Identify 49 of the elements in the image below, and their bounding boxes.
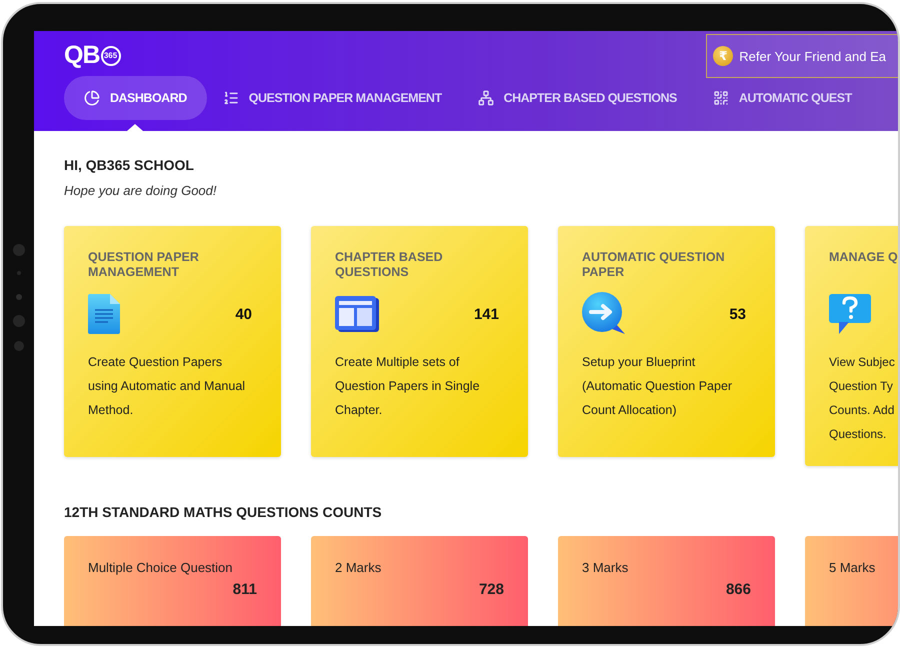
card-description: Setup your Blueprint (Automatic Question Paper Count Allocation) <box>582 354 734 419</box>
rupee-coin-icon: ₹ <box>713 46 734 66</box>
feature-card[interactable]: MANAGE Q View Subjec Question Ty Counts. Add Questions. <box>805 226 898 466</box>
card-description: Create Question Papers using Automatic and Manual Method. <box>88 354 246 419</box>
nav-tab-label: DASHBOARD <box>110 91 187 105</box>
card-title: MANAGE Q <box>829 250 898 266</box>
speech-bubble-arrow-icon <box>582 292 628 336</box>
count-value: 811 <box>232 581 257 598</box>
feature-card[interactable]: CHAPTER BASED QUESTIONS 141 Create Multiple sets of Question Papers in Single Chapter. <box>311 226 528 457</box>
logo-badge: 365 <box>100 46 120 66</box>
card-description-line: View Subjec <box>829 354 896 371</box>
nav-tab-label: AUTOMATIC QUEST <box>738 91 852 105</box>
card-title: AUTOMATIC QUESTION PAPER <box>582 250 726 280</box>
greeting-subtitle: Hope you are doing Good! <box>64 183 218 198</box>
pie-chart-icon <box>84 90 100 106</box>
logo-text: QB <box>64 41 100 70</box>
count-label: Multiple Choice Question <box>88 560 234 575</box>
nav-tab[interactable]: CHAPTER BASED QUESTIONS <box>478 76 697 120</box>
grid-icon <box>712 90 729 106</box>
card-title: QUESTION PAPER MANAGEMENT <box>88 250 200 280</box>
count-value: 866 <box>724 581 751 598</box>
nav-tab-label: CHAPTER BASED QUESTIONS <box>504 91 677 105</box>
selection-pointer <box>127 124 144 131</box>
feature-card[interactable]: AUTOMATIC QUESTION PAPER 53 Setup your Blueprint (Automatic Question Paper Count Allocation) <box>558 226 775 457</box>
card-description-line: Question Ty <box>829 378 894 395</box>
refer-label: Refer Your Friend and Ea <box>739 48 886 64</box>
nav-tab[interactable]: QUESTION PAPER MANAGEMENT <box>222 76 462 120</box>
count-label: 5 Marks <box>829 560 876 575</box>
card-description-line: Questions. <box>829 426 888 443</box>
card-title: CHAPTER BASED QUESTIONS <box>335 250 444 280</box>
question-bubble-icon <box>829 294 871 334</box>
nav-tab[interactable]: AUTOMATIC QUEST <box>712 76 872 120</box>
hierarchy-icon <box>478 90 494 106</box>
count-label: 2 Marks <box>335 560 382 575</box>
feature-card[interactable]: QUESTION PAPER MANAGEMENT 40 Create Question Papers using Automatic and Manual Method. <box>64 226 281 457</box>
count-label: 3 Marks <box>582 560 630 575</box>
refer-friend-button[interactable]: ₹ Refer Your Friend and Ea <box>706 34 898 78</box>
card-description: Create Multiple sets of Question Papers in Single Chapter. <box>335 354 481 419</box>
card-description-line: Counts. Add <box>829 402 896 419</box>
window-layout-icon <box>335 296 379 332</box>
section-title: 12TH STANDARD MATHS QUESTIONS COUNTS <box>64 504 383 520</box>
card-count: 141 <box>474 306 499 322</box>
nav-tab-label: QUESTION PAPER MANAGEMENT <box>248 91 442 105</box>
count-value: 728 <box>478 581 504 598</box>
document-icon <box>88 294 120 334</box>
greeting-title: HI, QB365 SCHOOL <box>64 157 195 173</box>
card-count: 53 <box>729 306 746 322</box>
list-icon <box>222 90 239 106</box>
card-count: 40 <box>235 306 252 322</box>
